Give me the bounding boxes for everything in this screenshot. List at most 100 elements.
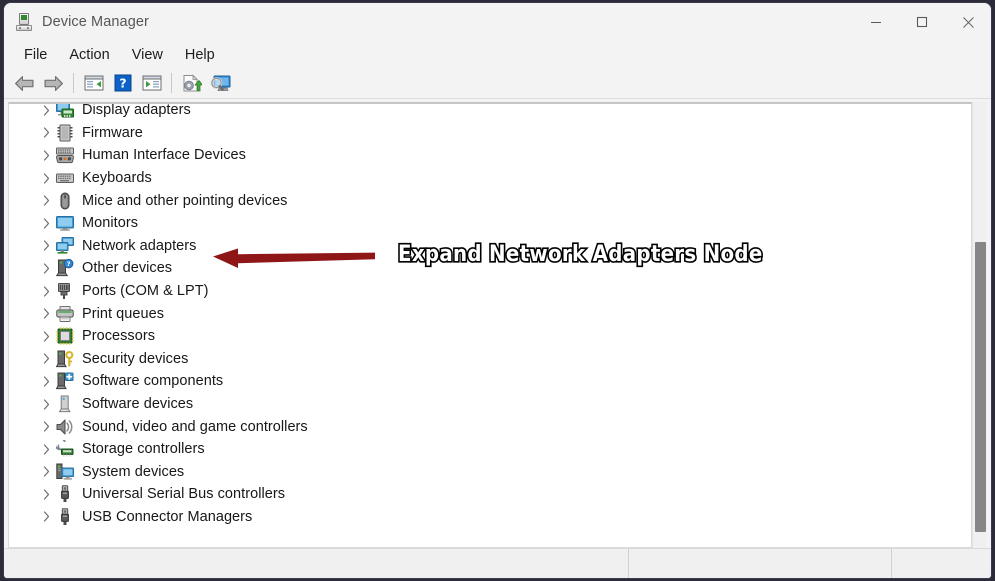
tree-item-label: Human Interface Devices — [82, 147, 246, 164]
tree-item-print-queues[interactable]: Print queues — [9, 302, 971, 325]
tree-item-software-devices[interactable]: Software devices — [9, 393, 971, 416]
maximize-button[interactable] — [899, 3, 945, 41]
chevron-right-icon[interactable] — [39, 444, 53, 455]
menu-item-file[interactable]: File — [13, 44, 58, 66]
tree-item-ports-com-and-lpt[interactable]: Ports (COM & LPT) — [9, 280, 971, 303]
chevron-right-icon[interactable] — [39, 240, 53, 251]
tree-item-label: Software devices — [82, 396, 194, 413]
tree-item-processors[interactable]: Processors — [9, 325, 971, 348]
chevron-right-icon[interactable] — [39, 421, 53, 432]
scan-for-hardware-changes-icon[interactable] — [206, 70, 235, 97]
mouse-icon — [56, 192, 74, 210]
device-tree[interactable]: Display adapters Firmware Human Interfac… — [8, 102, 972, 548]
chevron-right-icon[interactable] — [39, 376, 53, 387]
forward-arrow-icon[interactable] — [39, 70, 68, 97]
port-connector-icon — [56, 282, 74, 300]
tree-item-usb-connector-managers[interactable]: USB Connector Managers — [9, 506, 971, 529]
tree-item-other-devices[interactable]: ? Other devices — [9, 257, 971, 280]
menu-item-help[interactable]: Help — [174, 44, 226, 66]
menu-bar: File Action View Help — [4, 41, 991, 68]
chevron-right-icon[interactable] — [39, 331, 53, 342]
tree-item-label: Mice and other pointing devices — [82, 192, 288, 209]
software-device-icon — [56, 395, 74, 413]
status-pane-2 — [628, 549, 891, 578]
title-bar: Device Manager — [4, 3, 991, 41]
toolbar: ? — [4, 68, 991, 99]
chevron-right-icon[interactable] — [39, 489, 53, 500]
svg-text:?: ? — [119, 76, 126, 91]
help-icon[interactable]: ? — [108, 70, 137, 97]
tree-item-label: Software components — [82, 373, 224, 390]
printer-icon — [56, 305, 74, 323]
processor-chip-icon — [56, 327, 74, 345]
close-button[interactable] — [945, 3, 991, 41]
tree-item-display-adapters[interactable]: Display adapters — [9, 102, 971, 122]
back-arrow-icon[interactable] — [10, 70, 39, 97]
display-adapter-icon — [56, 104, 74, 119]
show-hide-console-tree-icon[interactable] — [79, 70, 108, 97]
status-bar — [4, 548, 991, 578]
tree-item-label: Print queues — [82, 305, 165, 322]
usb-icon — [56, 508, 74, 526]
human-interface-device-icon — [56, 146, 74, 164]
tree-item-sound-video-and-game-controllers[interactable]: Sound, video and game controllers — [9, 415, 971, 438]
tree-item-label: Firmware — [82, 124, 143, 141]
menu-item-view[interactable]: View — [121, 44, 174, 66]
tree-item-label: Display adapters — [82, 102, 191, 119]
chevron-right-icon[interactable] — [39, 308, 53, 319]
chevron-right-icon[interactable] — [39, 105, 53, 116]
tree-item-keyboards[interactable]: Keyboards — [9, 167, 971, 190]
tree-item-universal-serial-bus-controllers[interactable]: Universal Serial Bus controllers — [9, 483, 971, 506]
tree-item-label: Monitors — [82, 215, 138, 232]
scrollbar-thumb[interactable] — [975, 242, 986, 532]
tree-item-firmware[interactable]: Firmware — [9, 122, 971, 145]
toolbar-separator-1 — [73, 73, 74, 93]
tree-item-label: Universal Serial Bus controllers — [82, 486, 286, 503]
tree-item-mice-and-other-pointing-devices[interactable]: Mice and other pointing devices — [9, 189, 971, 212]
other-device-question-icon: ? — [56, 259, 74, 277]
toolbar-separator-2 — [171, 73, 172, 93]
speaker-icon — [56, 418, 74, 436]
tree-item-security-devices[interactable]: Security devices — [9, 348, 971, 371]
properties-icon[interactable] — [137, 70, 166, 97]
usb-icon — [56, 485, 74, 503]
chevron-right-icon[interactable] — [39, 172, 53, 184]
tree-item-human-interface-devices[interactable]: Human Interface Devices — [9, 144, 971, 167]
tree-item-label: Keyboards — [82, 170, 152, 187]
status-pane-3 — [891, 549, 991, 578]
svg-text:?: ? — [67, 261, 71, 269]
chevron-right-icon[interactable] — [39, 353, 53, 364]
device-manager-window: Device Manager File Action View Help ? D… — [3, 2, 992, 579]
software-component-icon — [56, 372, 74, 390]
update-driver-icon[interactable] — [177, 70, 206, 97]
minimize-button[interactable] — [853, 3, 899, 41]
tree-item-network-adapters[interactable]: Network adapters — [9, 235, 971, 258]
chevron-right-icon[interactable] — [39, 285, 53, 297]
tree-item-label: Network adapters — [82, 237, 197, 254]
chevron-right-icon[interactable] — [39, 127, 53, 138]
firmware-chip-icon — [56, 124, 74, 142]
chevron-right-icon[interactable] — [39, 195, 53, 206]
chevron-right-icon[interactable] — [39, 398, 53, 410]
tree-item-system-devices[interactable]: System devices — [9, 461, 971, 484]
storage-controller-icon — [56, 440, 74, 458]
chevron-right-icon[interactable] — [39, 263, 53, 274]
device-tree-list: Display adapters Firmware Human Interfac… — [9, 102, 971, 529]
window-title: Device Manager — [42, 14, 149, 30]
chevron-right-icon[interactable] — [39, 150, 53, 161]
tree-item-storage-controllers[interactable]: Storage controllers — [9, 438, 971, 461]
menu-item-action[interactable]: Action — [58, 44, 120, 66]
chevron-right-icon[interactable] — [39, 466, 53, 477]
chevron-right-icon[interactable] — [39, 511, 53, 523]
network-adapter-icon — [56, 236, 74, 255]
system-device-icon — [56, 463, 74, 481]
content-area: Display adapters Firmware Human Interfac… — [4, 99, 991, 548]
tree-item-software-components[interactable]: Software components — [9, 370, 971, 393]
vertical-scrollbar[interactable] — [972, 102, 987, 548]
tree-item-label: Other devices — [82, 260, 173, 277]
chevron-right-icon[interactable] — [39, 218, 53, 229]
tree-item-monitors[interactable]: Monitors — [9, 212, 971, 235]
device-manager-icon — [15, 13, 33, 31]
tree-item-label: Sound, video and game controllers — [82, 418, 308, 435]
keyboard-icon — [56, 169, 74, 187]
